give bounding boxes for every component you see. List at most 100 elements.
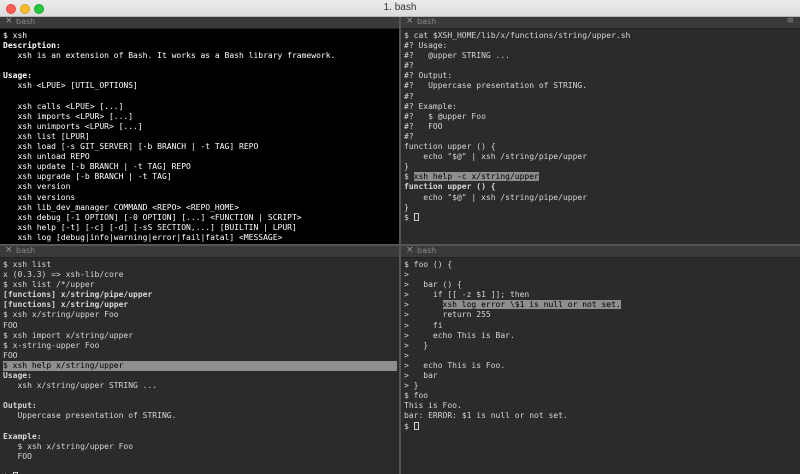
terminal-line-text: #? [404, 61, 414, 71]
terminal-line: Uppercase presentation of STRING. [3, 411, 397, 421]
terminal-line-text: $ [404, 421, 414, 431]
terminal-line: xsh list [LPUR] [3, 132, 397, 142]
terminal-line-text: #? FOO [404, 121, 443, 131]
terminal-line-text: FOO [3, 320, 18, 330]
terminal-line-text: FOO [3, 451, 32, 461]
terminal-line: Output: [3, 401, 397, 411]
terminal-line: > } [404, 341, 798, 351]
terminal-line: x (0.3.3) => xsh-lib/core [3, 270, 397, 280]
terminal-line-text: $ xsh list /*/upper [3, 280, 95, 290]
terminal-line: xsh unimports <LPUR> [...] [3, 122, 397, 132]
terminal-line-text: echo "$@" | xsh /string/pipe/upper [404, 192, 588, 202]
terminal-line: > echo This is Foo. [404, 361, 798, 371]
terminal-line: #? FOO [404, 122, 798, 132]
selected-text[interactable]: xsh log error \$1 is null or not set. [442, 300, 621, 310]
terminal-line-text: [functions] x/string/pipe/upper [3, 290, 153, 300]
pane-bottom-right[interactable]: × bash $ foo () {> > bar () {> if [[ -z $… [401, 246, 800, 474]
terminal-line: Usage: [3, 71, 397, 81]
terminal-line: $ foo [404, 391, 798, 401]
terminal-line-text: $ xsh x/string/upper Foo [3, 310, 119, 320]
terminal-line: xsh is an extension of Bash. It works as… [3, 51, 397, 61]
terminal-line-text: This is Foo. [404, 401, 462, 411]
terminal-line: $ xsh help x/string/upper [3, 360, 397, 372]
terminal-line: function upper () { [404, 142, 798, 152]
close-pane-icon[interactable]: × [406, 17, 414, 26]
terminal-line-text: #? Usage: [404, 41, 448, 51]
terminal-line: > } [404, 381, 798, 391]
terminal-line: #? @upper STRING ... [404, 51, 798, 61]
terminal-line: #? Uppercase presentation of STRING. [404, 81, 798, 91]
terminal-line-text: > fi [404, 320, 443, 330]
terminal-line: $ foo () { [404, 260, 798, 270]
terminal-line-text: Output: [3, 401, 37, 411]
terminal-line-text: $ xsh x/string/upper Foo [3, 441, 134, 451]
terminal-line-text: Description: [3, 41, 61, 51]
terminal-line: $ xsh list /*/upper [3, 280, 397, 290]
terminal-line-text: $ x-string-upper Foo [3, 340, 100, 350]
terminal-output[interactable]: $ xsh Description: xsh is an extension of… [3, 31, 397, 244]
window-titlebar: 1. bash [0, 0, 800, 17]
selected-text[interactable]: xsh help -c x/string/upper [413, 172, 539, 182]
terminal-line-text: > echo This is Bar. [404, 330, 515, 340]
terminal-line-text: } [404, 162, 409, 172]
terminal-line-text: #? Uppercase presentation of STRING. [404, 81, 588, 91]
terminal-line: #? Example: [404, 102, 798, 112]
terminal-line: #? [404, 132, 798, 142]
window-title: 1. bash [383, 2, 417, 13]
terminal-line: #? [404, 61, 798, 71]
pane-menu-icon[interactable]: ≡ [786, 17, 794, 26]
terminal-line: > [404, 270, 798, 280]
terminal-line: > bar () { [404, 280, 798, 290]
terminal-line-text: > echo This is Foo. [404, 360, 506, 370]
terminal-line-text: > bar () { [404, 280, 462, 290]
terminal-line: > return 255 [404, 310, 798, 320]
terminal-line-text: xsh upgrade [-b BRANCH | -t TAG] [3, 172, 172, 182]
terminal-line-text: xsh unload REPO [3, 152, 90, 162]
pane-tabbar: × bash [0, 246, 399, 258]
terminal-line: $ xsh import x/string/upper [3, 331, 397, 341]
terminal-line-text: $ [3, 360, 13, 370]
pane-top-right[interactable]: × bash ≡ $ cat $XSH_HOME/lib/x/functions… [401, 17, 800, 244]
terminal-line: bar: ERROR: $1 is null or not set. [404, 411, 798, 421]
terminal-line-text: #? [404, 131, 414, 141]
terminal-line: xsh lib_dev_manager COMMAND <REPO> <REPO… [3, 203, 397, 213]
selected-text[interactable]: xsh help x/string/upper [12, 360, 124, 370]
terminal-line: #? [404, 92, 798, 102]
terminal-line-text: > if [[ -z $1 ]]; then [404, 290, 530, 300]
pane-split-horizontal[interactable] [0, 244, 800, 246]
terminal-line-text: function upper () { [404, 142, 496, 152]
terminal-line: $ [404, 212, 798, 223]
terminal-line-text: $ foo [404, 391, 429, 401]
terminal-line-text: function upper () { [404, 182, 496, 192]
terminal-line-text: xsh is an extension of Bash. It works as… [3, 51, 336, 61]
terminal-line-text: xsh lib_dev_manager COMMAND <REPO> <REPO… [3, 202, 240, 212]
pane-tab-label: bash [16, 17, 36, 26]
terminal-line: Description: [3, 41, 397, 51]
terminal-line: xsh log [debug|info|warning|error|fail|f… [3, 233, 397, 243]
terminal-line-text: $ [404, 212, 414, 222]
terminal-line: Example: [3, 432, 397, 442]
terminal-line-text: #? Output: [404, 71, 453, 81]
terminal-output[interactable]: $ xsh list x (0.3.3) => xsh-lib/core $ xsh… [3, 260, 397, 474]
pane-bottom-left[interactable]: × bash $ xsh list x (0.3.3) => xsh-lib/co… [0, 246, 399, 474]
close-pane-icon[interactable]: × [5, 246, 13, 255]
terminal-line: FOO [3, 452, 397, 462]
terminal-line-text: xsh x/string/upper STRING ... [3, 381, 158, 391]
pane-tabbar: × bash [401, 246, 800, 258]
pane-tabbar: × bash [0, 17, 399, 29]
terminal-cursor [413, 212, 419, 221]
pane-top-left[interactable]: × bash $ xsh Description: xsh is an exten… [0, 17, 399, 244]
terminal-line-text: xsh help [-t] [-c] [-d] [-sS SECTION,...… [3, 222, 297, 232]
terminal-line-text: xsh list [LPUR] [3, 131, 90, 141]
terminal-line-text: xsh log [debug|info|warning|error|fail|f… [3, 232, 283, 242]
terminal-line-text: xsh <LPUE> [UTIL_OPTIONS] [3, 81, 138, 91]
close-pane-icon[interactable]: × [406, 246, 414, 255]
terminal-line-text: > } [404, 381, 419, 391]
terminal-output[interactable]: $ foo () {> > bar () {> if [[ -z $1 ]]; t… [404, 260, 798, 474]
terminal-line-text: $ xsh list [3, 260, 52, 269]
close-pane-icon[interactable]: × [5, 17, 13, 26]
terminal-output[interactable]: $ cat $XSH_HOME/lib/x/functions/string/u… [404, 31, 798, 244]
terminal-line-text: $ [404, 172, 414, 182]
